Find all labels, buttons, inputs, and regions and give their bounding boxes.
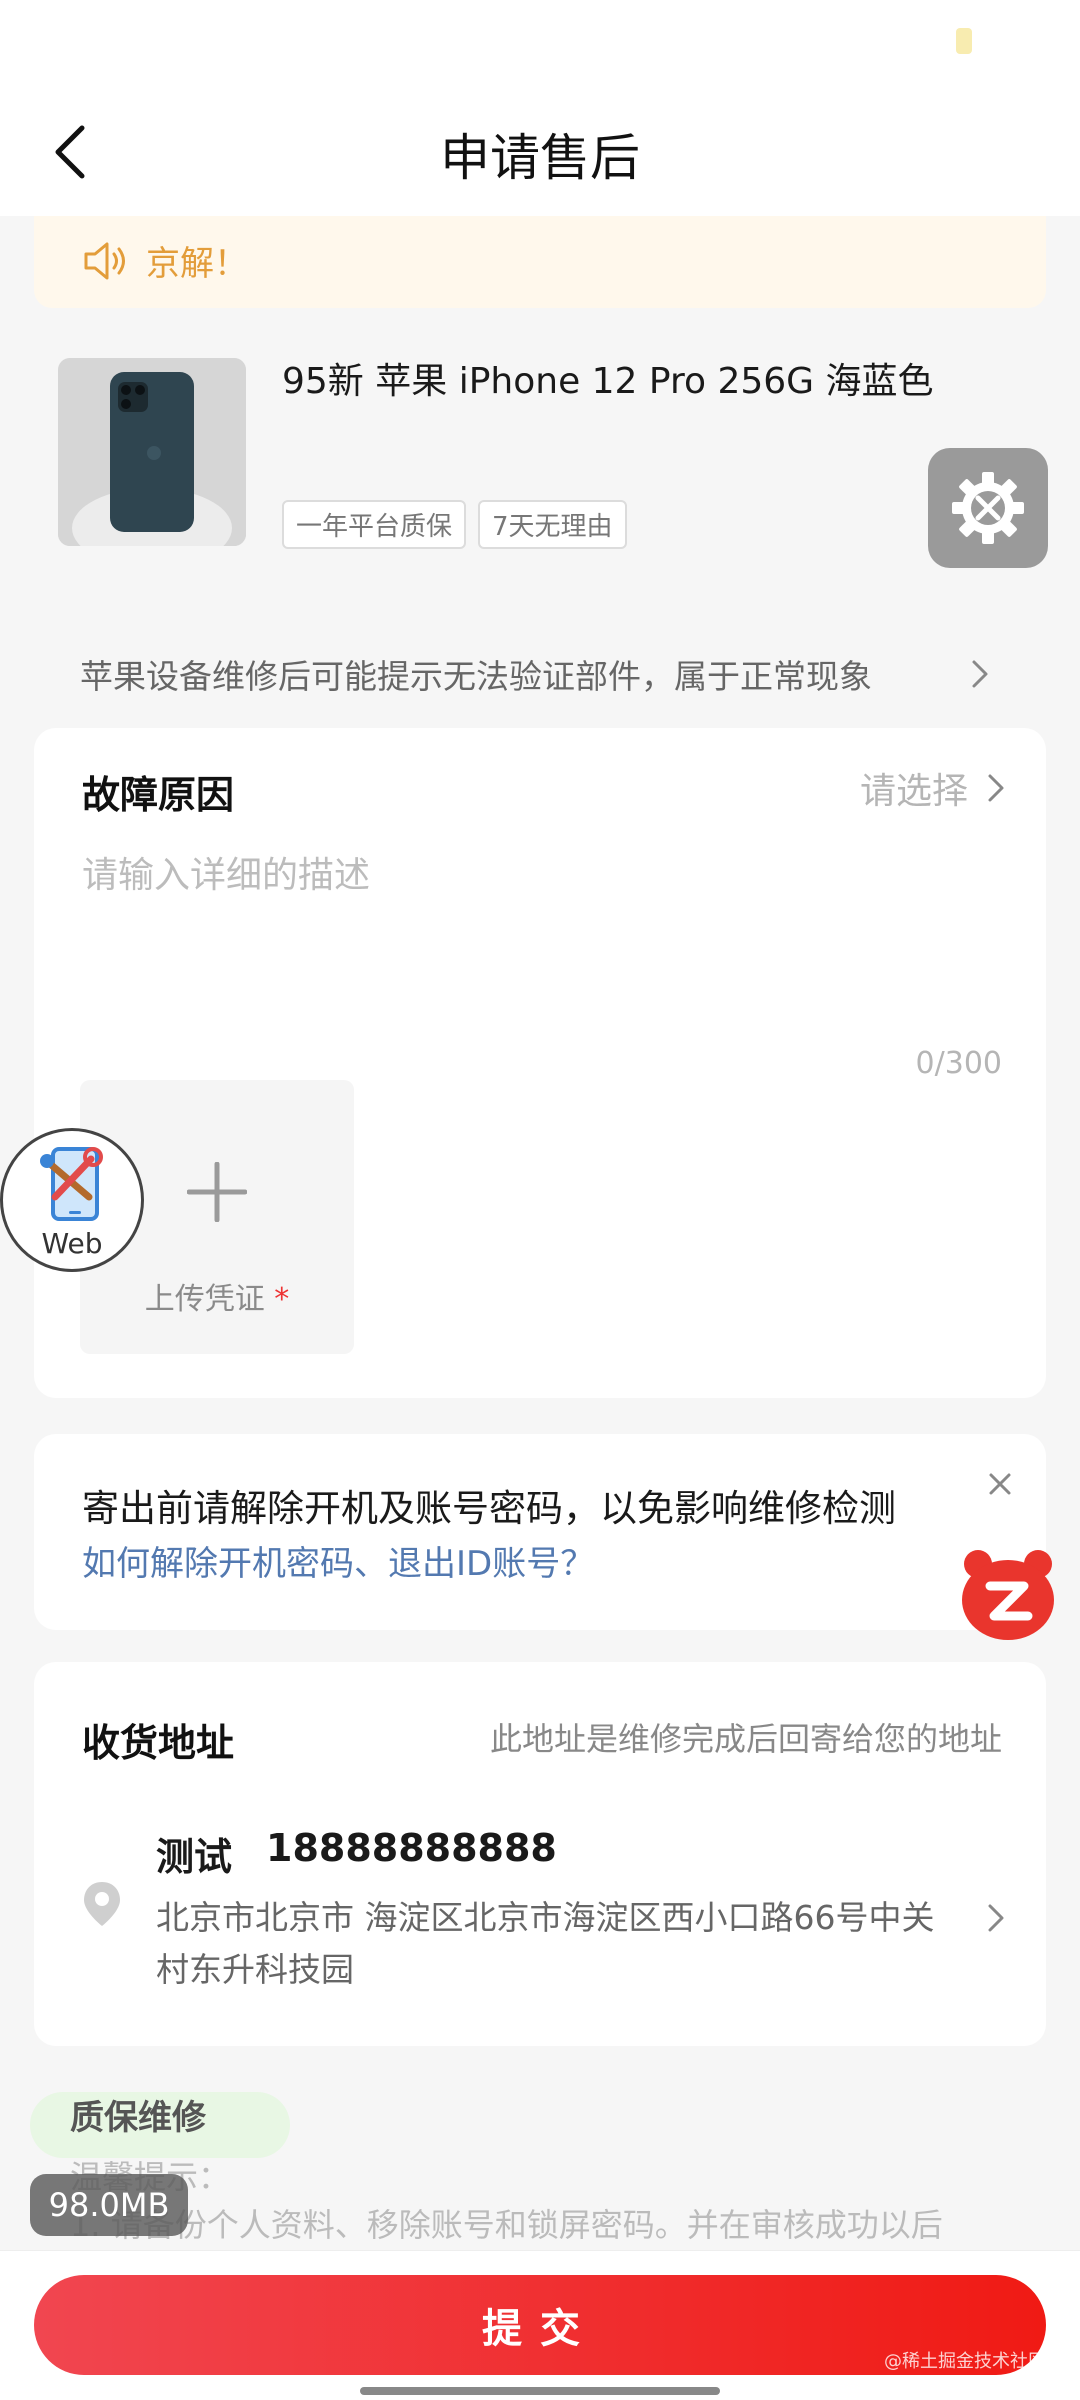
recipient-name: 测试 [156,1835,233,1879]
shipping-address-card[interactable]: 收货地址 此地址是维修完成后回寄给您的地址 测试 18888888888 北京市… [34,1662,1046,2046]
product-tags: 一年平台质保 7天无理由 [282,500,627,549]
speaker-icon [84,242,125,280]
product-image [58,358,246,546]
password-notice-text: 寄出前请解除开机及账号密码，以免影响维修检测 [82,1487,896,1530]
upload-proof-label: 上传凭证 * [144,1282,290,1317]
settings-float-button[interactable] [928,448,1048,568]
char-counter: 0/300 [915,1046,1002,1081]
phone-tools-icon [40,1147,103,1221]
product-summary: 95新 苹果 iPhone 12 Pro 256G 海蓝色 一年平台质保 7天无… [0,330,1080,570]
tag-return: 7天无理由 [478,500,627,549]
chevron-right-icon [988,774,1004,802]
repair-tip-text: 苹果设备维修后可能提示无法验证部件，属于正常现象 [80,657,872,696]
nav-bar: 申请售后 [0,90,1080,216]
chevron-right-icon [972,660,988,688]
notice-banner[interactable]: 京解！ [34,216,1046,308]
close-icon [989,1473,1011,1495]
fault-select-placeholder: 请选择 [859,771,968,812]
address-title: 收货地址 [82,1721,235,1765]
page-title: 申请售后 [440,129,640,187]
status-bar [0,0,1080,90]
fault-reason-card: 故障原因 请选择 0/300 上传凭证 * [34,728,1046,1398]
watermark: @稀土掘金技术社区 [884,2351,1046,2372]
gear-wrench-icon [952,472,1024,544]
memory-badge: 98.0MB [30,2174,188,2236]
home-indicator [360,2387,720,2395]
close-button[interactable] [980,1464,1020,1504]
plus-icon [187,1162,247,1222]
notice-text: 京解！ [146,244,248,284]
chevron-right-icon [988,1904,1004,1932]
address-note: 此地址是维修完成后回寄给您的地址 [489,1720,1002,1758]
password-help-link[interactable]: 如何解除开机密码、退出ID账号？ [82,1536,594,1585]
address-detail: 北京市北京市 海淀区北京市海淀区西小口路66号中关村东升科技园 [156,1898,935,1989]
warm-tip-text: 1. 请备份个人资料、移除账号和锁屏密码。并在审核成功以后 [70,2206,943,2244]
tag-warranty: 一年平台质保 [282,500,467,549]
web-debug-float-button[interactable]: Web [0,1128,144,1272]
fault-description-input[interactable] [82,846,982,996]
password-notice-card: 寄出前请解除开机及账号密码，以免影响维修检测 如何解除开机密码、退出ID账号？ [34,1434,1046,1630]
web-label: Web [41,1227,103,1260]
fault-reason-title: 故障原因 [82,773,235,817]
bear-float-button[interactable] [958,1546,1058,1642]
recipient-phone: 18888888888 [266,1826,557,1870]
product-title: 95新 苹果 iPhone 12 Pro 256G 海蓝色 [282,361,934,402]
status-indicator [956,28,972,54]
location-pin-icon [84,1882,120,1926]
bottom-bar: 提交 @稀土掘金技术社区 [0,2250,1080,2400]
fault-reason-select[interactable]: 请选择 [860,762,1006,814]
repair-tip-row[interactable]: 苹果设备维修后可能提示无法验证部件，属于正常现象 [80,648,990,700]
required-mark: * [274,1282,290,1317]
warranty-title: 质保维修 [70,2098,206,2138]
bear-icon [962,1550,1054,1640]
